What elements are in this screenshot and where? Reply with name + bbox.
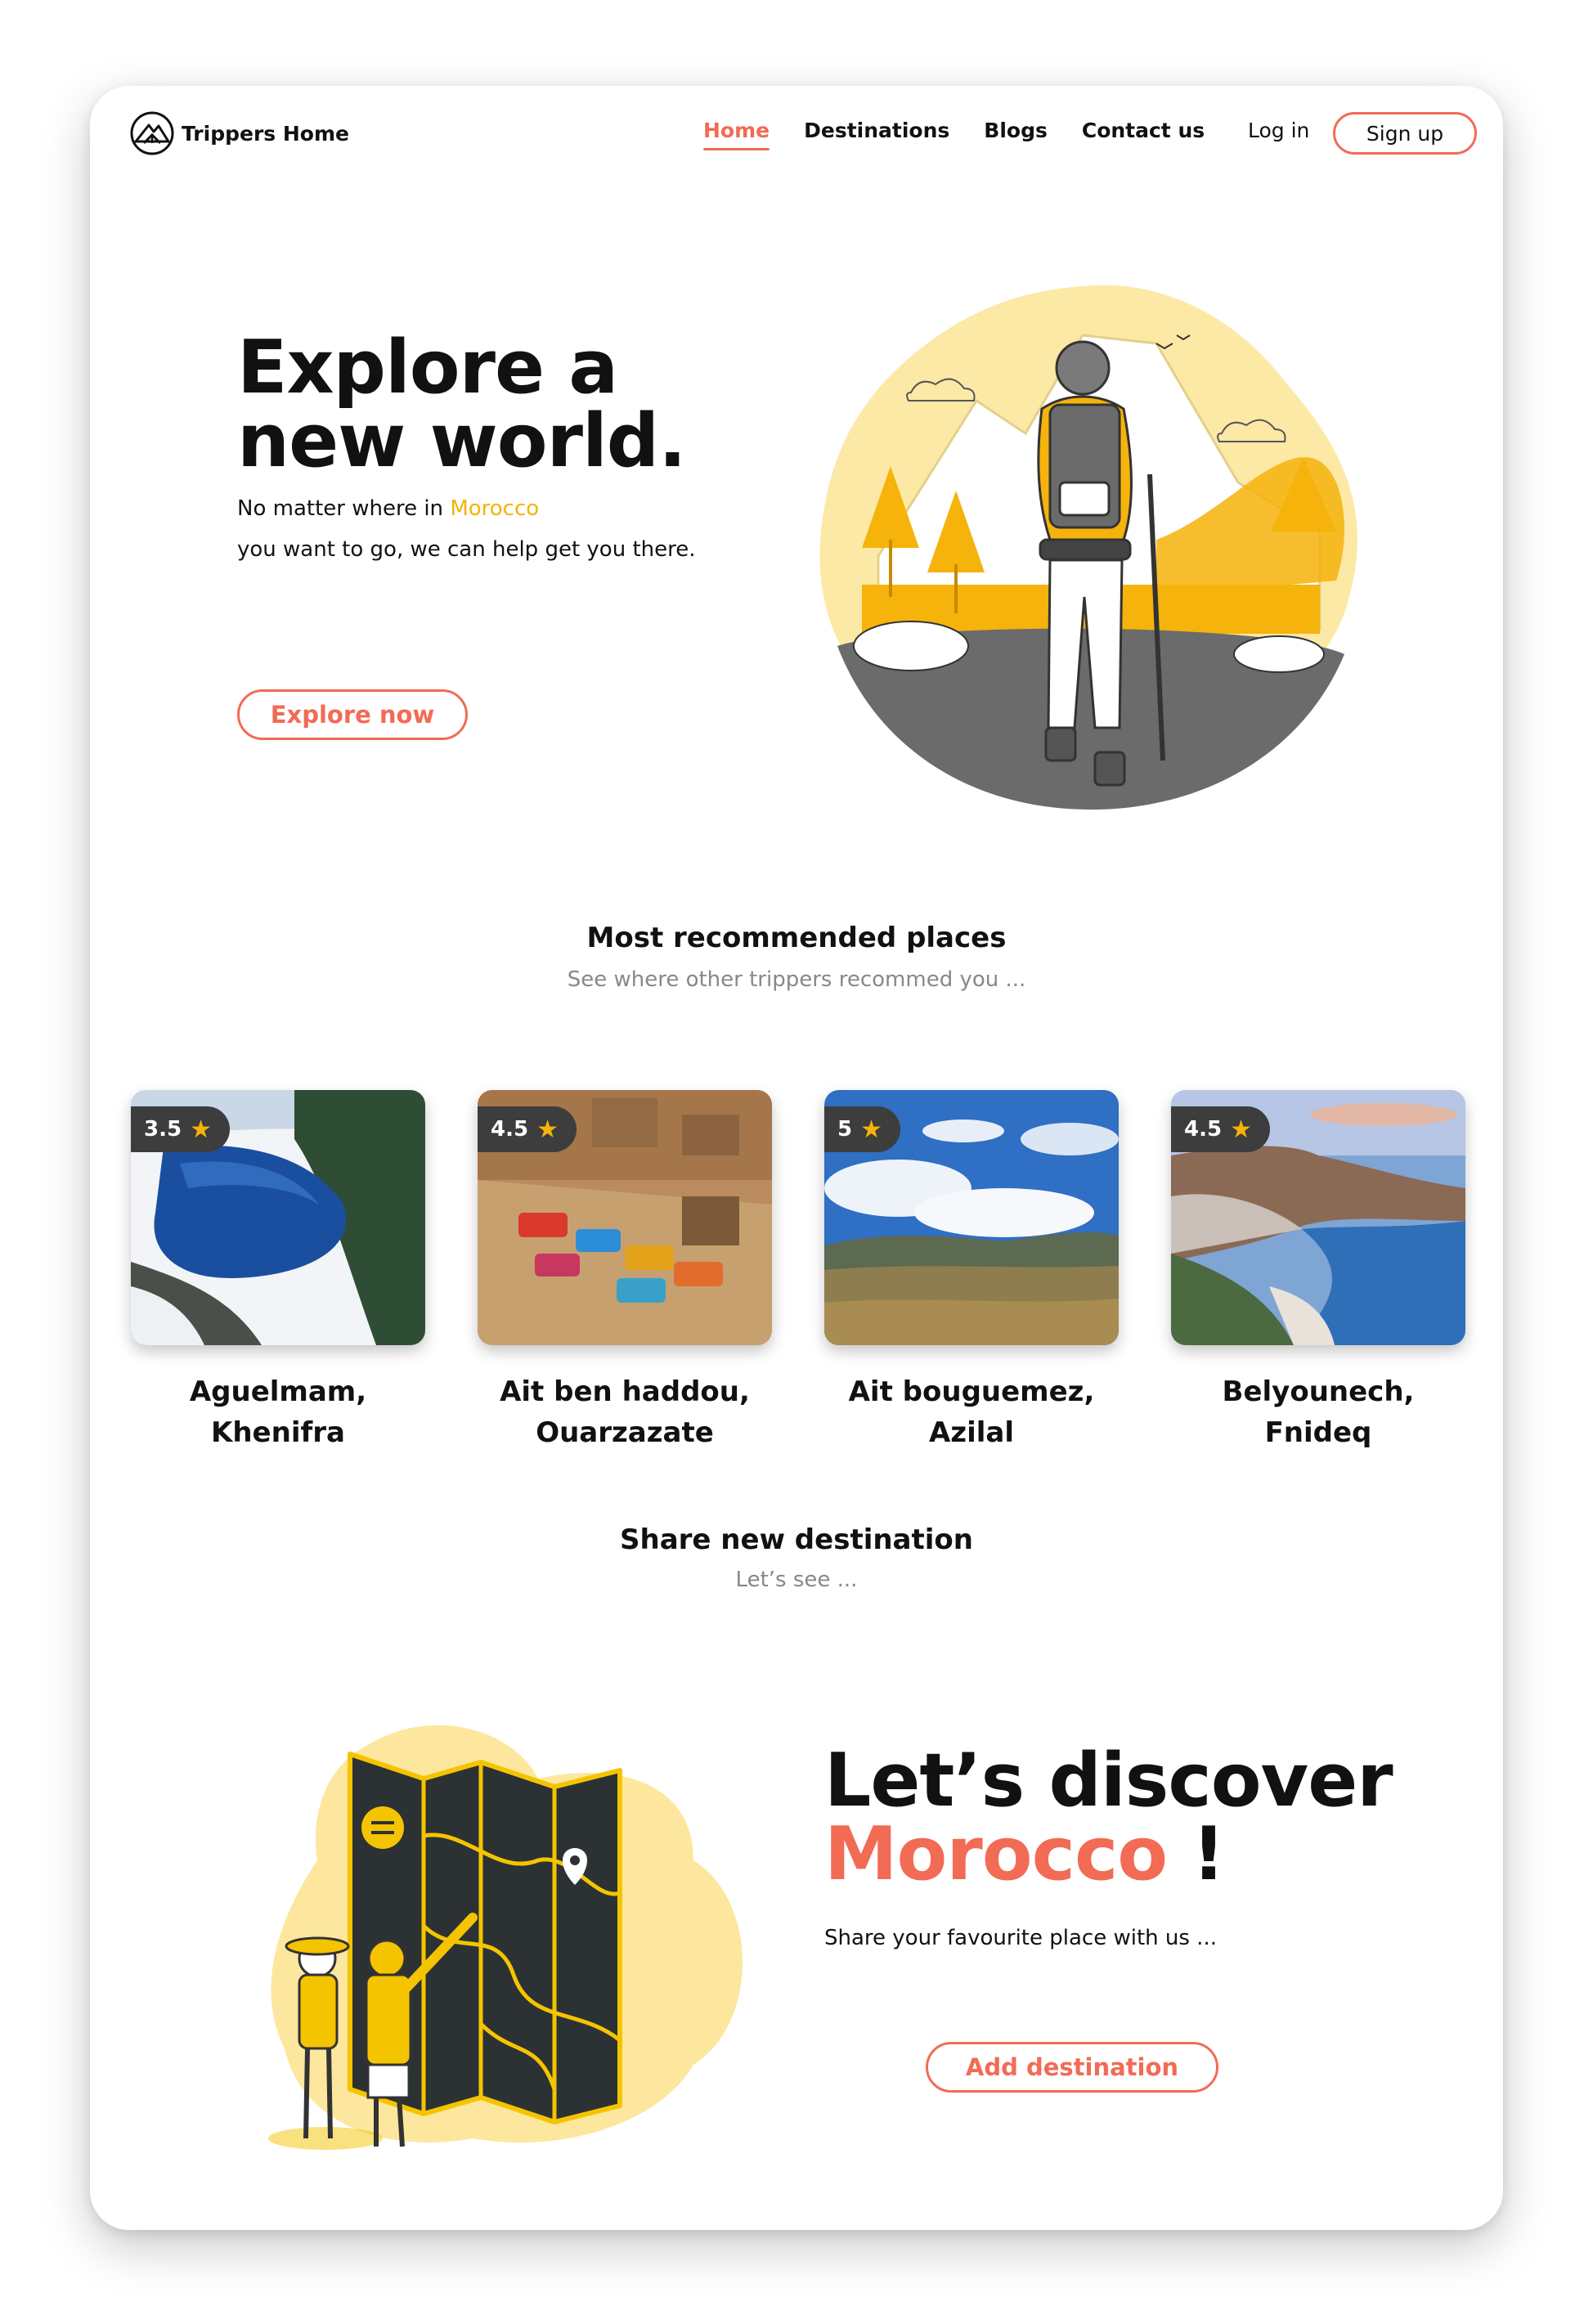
place-name[interactable]: Belyounech, Fnideq [1171,1371,1465,1453]
star-icon: ★ [860,1115,882,1144]
rating-value: 4.5 [1184,1117,1223,1142]
explore-now-button[interactable]: Explore now [237,689,468,740]
hero-subtitle-prefix: No matter where in [237,496,451,521]
place-name[interactable]: Ait ben haddou, Ouarzazate [478,1371,772,1453]
nav-contact[interactable]: Contact us [1082,119,1205,150]
star-icon: ★ [536,1115,559,1144]
mountain-tent-icon [130,111,174,155]
brand-logo[interactable]: Trippers Home [129,110,349,156]
hero-subtitle-accent: Morocco [450,496,540,521]
discover-heading: Let’s discover Morocco ! [824,1744,1393,1891]
discover-heading-mark: ! [1167,1811,1225,1897]
hero-title-line1: Explore a [237,325,618,411]
brand-name: Trippers Home [182,121,349,146]
place-name-line1: Aguelmam, [189,1375,367,1408]
place-card[interactable]: 4.5 ★ [478,1090,772,1345]
place-name-line1: Ait ben haddou, [500,1375,750,1408]
rating-value: 3.5 [144,1117,182,1142]
nav-destinations[interactable]: Destinations [804,119,949,150]
rating-badge: 5 ★ [824,1106,900,1152]
nav-blogs[interactable]: Blogs [984,119,1048,150]
page-frame: Trippers Home Home Destinations Blogs Co… [90,86,1503,2230]
discover-heading-line1: Let’s discover [824,1738,1393,1824]
place-name-line2: Ouarzazate [536,1416,714,1449]
star-icon: ★ [190,1115,212,1144]
main-nav: Home Destinations Blogs Contact us [703,119,1205,150]
discover-text: Share your favourite place with us ... [824,1926,1217,1950]
place-name-line1: Belyounech, [1222,1375,1415,1408]
nav-home[interactable]: Home [703,119,770,150]
place-name-line2: Fnideq [1264,1416,1372,1449]
discover-heading-accent: Morocco [824,1811,1168,1897]
recommended-subtitle: See where other trippers recommed you ..… [567,967,1026,992]
place-name[interactable]: Aguelmam, Khenifra [131,1371,425,1453]
hero-title-line2: new world. [237,398,686,484]
hero-title: Explore a new world. [237,331,728,478]
place-name-line2: Azilal [928,1416,1014,1449]
star-icon: ★ [1230,1115,1252,1144]
rating-badge: 4.5 ★ [1171,1106,1270,1152]
place-card[interactable]: 3.5 ★ [131,1090,425,1345]
login-link[interactable]: Log in [1248,119,1309,142]
add-destination-button[interactable]: Add destination [926,2042,1218,2093]
rating-value: 4.5 [491,1117,529,1142]
signup-button[interactable]: Sign up [1333,112,1477,155]
hero-subtitle-line2: you want to go, we can help get you ther… [237,537,696,562]
share-title: Share new destination [620,1523,973,1556]
recommended-title: Most recommended places [586,922,1007,954]
map-travelers-illustration [268,1725,743,2150]
share-subtitle: Let’s see ... [735,1568,858,1592]
rating-value: 5 [837,1117,853,1142]
hiker-mountain-illustration [819,285,1357,810]
place-name-line1: Ait bouguemez, [848,1375,1095,1408]
rating-badge: 4.5 ★ [478,1106,577,1152]
rating-badge: 3.5 ★ [131,1106,230,1152]
place-card[interactable]: 4.5 ★ [1171,1090,1465,1345]
place-name[interactable]: Ait bouguemez, Azilal [824,1371,1119,1453]
discover-heading-line2: Morocco ! [824,1818,1393,1891]
hero-subtitle-line1: No matter where in Morocco [237,496,539,521]
place-name-line2: Khenifra [211,1416,345,1449]
place-card[interactable]: 5 ★ [824,1090,1119,1345]
